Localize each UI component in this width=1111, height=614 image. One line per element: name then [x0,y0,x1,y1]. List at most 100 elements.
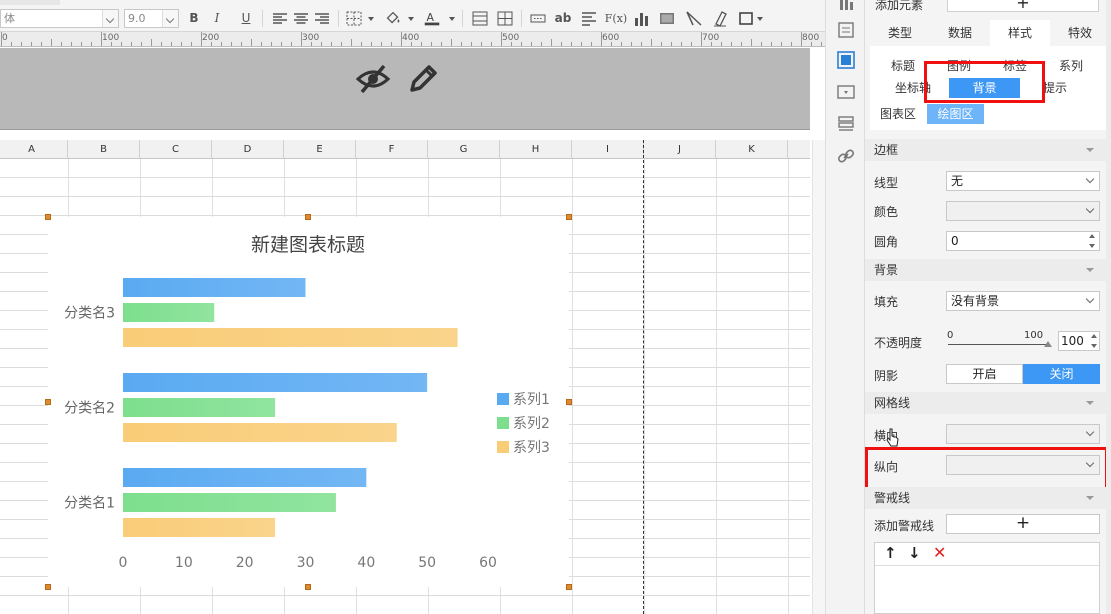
layers-icon[interactable] [836,114,856,134]
column-header[interactable]: D [212,140,284,159]
opacity-input[interactable]: 100 [1058,331,1100,351]
resize-handle[interactable] [305,214,311,220]
section-background[interactable]: 背景 [865,259,1106,281]
font-name-select[interactable]: 体 [0,9,119,28]
resize-handle[interactable] [566,584,572,590]
text-lines-icon[interactable] [579,9,599,28]
dropdown-widget-icon[interactable] [836,82,856,102]
underline-button[interactable]: U [236,9,256,28]
move-down-icon[interactable]: ↓ [908,544,921,562]
chart-widget[interactable]: 新建图表标题 分类名1 分类名2 分类名3 0 10 20 30 40 50 60 系列1 系列2… [48,217,569,587]
bar-3-1[interactable] [123,518,276,537]
add-warning-line-label: 添加警戒线 [874,519,935,533]
chevron-down-icon[interactable] [368,17,374,21]
bar-2-3[interactable] [123,303,215,322]
slash-cell-icon[interactable] [684,9,704,28]
slider-thumb[interactable] [1044,341,1052,347]
formula-button[interactable]: F(x) [603,9,629,28]
spinner-icon[interactable] [1089,333,1099,349]
column-header[interactable]: C [140,140,212,159]
chevron-down-icon[interactable] [408,17,414,21]
ruler-tick [31,42,32,46]
bar-chart-icon[interactable] [836,0,856,16]
chart-frame-icon[interactable] [836,50,856,70]
bar-2-2[interactable] [123,398,276,417]
wrap-text-button[interactable]: ab [553,9,573,28]
resize-handle[interactable] [305,584,311,590]
horizontal-grid-select[interactable] [946,424,1100,444]
font-size-select[interactable]: 9.0 [124,9,179,28]
bar-3-3[interactable] [123,328,458,347]
column-header[interactable]: K [716,140,788,159]
resize-handle[interactable] [45,214,51,220]
align-center-icon[interactable] [291,9,311,28]
fill-select[interactable]: 没有背景 [946,291,1100,311]
tab-data[interactable]: 数据 [930,20,990,46]
subtab-title[interactable]: 标题 [878,56,928,76]
bar-1-3[interactable] [123,278,306,297]
report-icon[interactable] [836,20,856,40]
add-element-button[interactable]: + [947,0,1099,12]
panel-scrollbar[interactable] [1106,0,1111,614]
shadow-on-button[interactable]: 开启 [946,364,1023,384]
column-header[interactable]: G [428,140,500,159]
chevron-down-icon[interactable] [757,17,763,21]
bar-chart-icon[interactable] [632,9,652,28]
bar-1-1[interactable] [123,468,367,487]
section-gridline[interactable]: 网格线 [865,392,1106,414]
split-cells-icon[interactable] [495,9,515,28]
area-tab-plot[interactable]: 绘图区 [927,104,984,124]
chevron-down-icon[interactable] [449,17,455,21]
resize-handle[interactable] [566,214,572,220]
italic-button[interactable]: I [207,9,227,28]
bar-3-2[interactable] [123,423,397,442]
resize-handle[interactable] [45,399,51,405]
hide-eye-icon[interactable] [355,62,391,96]
column-header[interactable]: H [500,140,572,159]
legend-label: 系列1 [513,392,550,408]
shadow-off-button[interactable]: 关闭 [1023,364,1100,384]
merge-cells-icon[interactable] [470,9,490,28]
delete-icon[interactable]: ✕ [933,543,946,562]
add-warning-line-button[interactable]: + [946,514,1100,534]
bold-button[interactable]: B [184,9,204,28]
tab-type[interactable]: 类型 [870,20,930,46]
section-warning-line[interactable]: 警戒线 [865,487,1106,509]
font-color-icon[interactable]: A [422,9,442,28]
vertical-scrollbar[interactable] [812,140,825,614]
bar-1-2[interactable] [123,373,428,392]
tab-effect[interactable]: 特效 [1050,20,1110,46]
column-header[interactable]: J [644,140,716,159]
column-header[interactable]: I [572,140,644,159]
bar-2-1[interactable] [123,493,336,512]
ruler-tick [361,42,362,46]
radius-input[interactable]: 0 [946,231,1100,251]
border-color-select[interactable] [946,201,1100,221]
move-up-icon[interactable]: ↑ [884,544,897,562]
eraser-icon[interactable] [710,9,730,28]
align-right-icon[interactable] [312,9,332,28]
column-header[interactable]: F [356,140,428,159]
column-header[interactable]: B [68,140,140,159]
column-header[interactable]: A [0,140,68,159]
resize-handle[interactable] [566,399,572,405]
spinner-icon[interactable] [1087,233,1097,249]
section-border[interactable]: 边框 [865,139,1106,161]
cell-frame-icon[interactable] [736,9,756,28]
align-left-icon[interactable] [270,9,290,28]
opacity-slider[interactable]: 0 100 [946,327,1056,351]
border-icon[interactable] [344,9,364,28]
fill-color-icon[interactable] [383,9,403,28]
cell-input-icon[interactable] [528,9,548,28]
chart-legend[interactable]: 系列1 系列2 系列3 [497,392,550,456]
area-tab-chart[interactable]: 图表区 [872,104,924,124]
tab-style[interactable]: 样式 [990,20,1050,46]
resize-handle[interactable] [45,584,51,590]
edit-pencil-icon[interactable] [406,62,440,96]
column-header[interactable]: E [284,140,356,159]
line-type-select[interactable]: 无 [946,171,1100,191]
image-icon[interactable] [657,9,677,28]
link-icon[interactable] [836,146,856,166]
x-tick-label: 50 [418,555,436,571]
subtab-series[interactable]: 系列 [1046,56,1096,76]
